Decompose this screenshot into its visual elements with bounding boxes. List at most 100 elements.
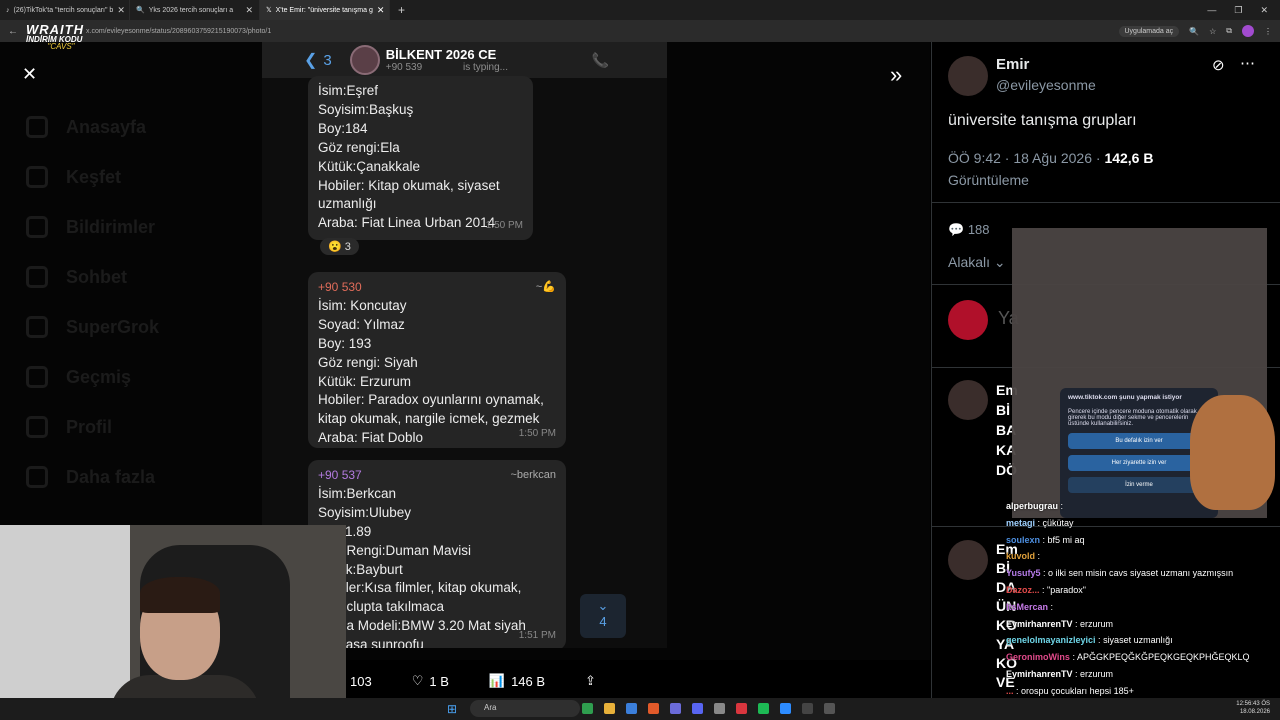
tweet-stats: 💬 188 [948,222,990,238]
comment-icon: 💬 [948,222,965,237]
mascot-graphic [1190,395,1275,510]
windows-taskbar: ⊞ Ara 12:56:43 ÖS 18.08.2026 [0,698,1280,720]
close-media-icon[interactable]: ✕ [22,64,37,85]
folder-icon[interactable] [604,703,615,714]
avatar[interactable] [948,380,988,420]
discord-icon[interactable] [692,703,703,714]
grok-icon[interactable]: ⊘ [1212,56,1225,74]
allow-once-button[interactable]: Bu defalık izin ver [1068,433,1210,449]
avatar [948,300,988,340]
reply-stat[interactable]: 💬 188 [948,222,990,238]
sort-dropdown[interactable]: Alakalı ⌄ [948,254,1006,271]
sidebar-item-home[interactable]: Anasayfa [0,102,262,152]
like-button[interactable]: ♡ 1 B [412,673,449,689]
browser-tab-bar: ♪ (26)TikTok'ta "tercih sonuçları" b ✕ 🔍 Yk… [0,0,1280,20]
expand-panel-icon[interactable]: » [890,62,902,88]
chat-line: alperbugrau : [1006,501,1064,511]
views-label: Görüntüleme [948,172,1029,188]
chevron-left-icon: ❮ [304,52,318,69]
add-call-icon: 📞 [591,52,609,68]
app-icon[interactable] [736,703,747,714]
url-field[interactable]: x.com/evileyesonme/status/20896037592151… [86,28,271,35]
windows-start-icon[interactable]: ⊞ [447,702,457,716]
chat-line: GeronimoWins : APĞGKPEQĞKĞPEQKGEQKPHĞEQK… [1006,652,1250,663]
close-window-icon[interactable]: ✕ [1260,5,1268,16]
share-icon: ⇪ [585,673,596,688]
close-tab-icon[interactable]: ✕ [117,5,125,16]
obs-icon[interactable] [802,703,813,714]
back-icon[interactable]: ← [8,26,18,37]
group-avatar [349,45,380,75]
sidebar-item-explore[interactable]: Keşfet [0,152,262,202]
new-tab-button[interactable]: + [390,3,413,17]
scroll-down-badge: ⌄ 4 [580,594,626,638]
avatar[interactable] [948,56,988,96]
streamer-webcam [0,525,346,720]
home-icon [26,116,48,138]
media-action-bar: 103 ♡ 1 B 📊 146 B ⇪ [262,660,930,702]
extensions-icon[interactable]: ⧉ [1226,26,1232,36]
browser-tab[interactable]: 🔍 Yks 2026 tercih sonuçları a ✕ [130,0,260,20]
reply-button[interactable]: 103 [350,674,372,689]
chevron-down-icon: ⌄ [597,598,609,613]
chat-message: +90 537 ~berkcan İsim:Berkcan Soyisim:Ul… [308,460,566,648]
sidebar-item-supergrok[interactable]: SuperGrok [0,302,262,352]
open-in-app-button[interactable]: Uygulamada aç [1118,25,1180,37]
deny-button[interactable]: İzin verme [1068,477,1210,493]
close-tab-icon[interactable]: ✕ [377,5,385,16]
taskbar-search[interactable]: Ara [470,700,580,717]
chat-icon [26,266,48,288]
menu-dots-icon[interactable]: ⋮ [1264,27,1272,36]
browser-tab-active[interactable]: 𝕏 X'te Emir: "üniversite tanışma g ✕ [260,0,390,20]
views-button[interactable]: 📊 146 B [489,673,545,689]
chat-line: ItsMercan : [1006,601,1054,612]
close-tab-icon[interactable]: ✕ [245,5,253,16]
sidebar-item-notifications[interactable]: Bildirimler [0,202,262,252]
browser-tab[interactable]: ♪ (26)TikTok'ta "tercih sonuçları" b ✕ [0,0,130,20]
app-icon[interactable] [824,703,835,714]
spotify-icon[interactable] [758,703,769,714]
sidebar-item-more[interactable]: Daha fazla [0,452,262,502]
chat-line: kuvold : [1006,551,1041,562]
chat-line: EymirhanrenTV : erzurum [1006,668,1114,679]
divider [932,202,1280,203]
search-icon: 🔍 [136,7,145,14]
author-name[interactable]: Emir [996,56,1029,73]
avatar[interactable] [948,540,988,580]
chat-line: Dazoz... : "paradox" [1006,584,1086,595]
tweet-meta: ÖÖ 9:42 · 18 Ağu 2026 · 142,6 B [948,150,1154,166]
sidebar-item-profile[interactable]: Profil [0,402,262,452]
bookmark-star-icon[interactable]: ☆ [1209,27,1216,36]
person-icon [26,416,48,438]
sidebar-item-chat[interactable]: Sohbet [0,252,262,302]
search-icon [26,166,48,188]
live-chat-overlay: alperbugrau : metagi : çükütay soulexn :… [1006,498,1276,700]
group-name: BİLKENT 2026 CE [385,47,497,62]
allow-always-button[interactable]: Her ziyarette izin ver [1068,455,1210,471]
chevron-down-icon: ⌄ [993,254,1006,270]
chat-line: metagi : çükütay [1006,517,1074,528]
heart-icon: ♡ [411,673,424,688]
share-button[interactable]: ⇪ [585,673,596,689]
chat-line: Yusufy5 : o ilki sen misin cavs siyaset … [1006,568,1234,579]
more-circle-icon [26,466,48,488]
minimize-icon[interactable]: — [1207,5,1216,16]
app-icon[interactable] [670,703,681,714]
profile-avatar[interactable] [1242,25,1254,37]
more-dots-icon[interactable]: ⋯ [1240,54,1255,72]
message-reaction: 😮 3 [320,238,359,255]
system-clock[interactable]: 12:56:43 ÖS 18.08.2026 [1236,700,1270,716]
app-icon[interactable] [626,703,637,714]
chrome-icon[interactable] [582,703,593,714]
x-logo-icon: 𝕏 [266,7,272,14]
app-icon[interactable] [714,703,725,714]
zoom-icon[interactable]: 🔍 [1189,27,1199,36]
app-icon[interactable] [780,703,791,714]
tiktok-icon: ♪ [6,6,10,14]
chat-message: +90 530 ~💪 İsim: Koncutay Soyad: Yılmaz … [308,272,566,448]
bar-chart-icon: 📊 [488,673,506,688]
sidebar-item-history[interactable]: Geçmiş [0,352,262,402]
maximize-icon[interactable]: ❐ [1234,5,1242,16]
author-handle[interactable]: @evileyesonme [996,77,1096,93]
app-icon[interactable] [648,703,659,714]
